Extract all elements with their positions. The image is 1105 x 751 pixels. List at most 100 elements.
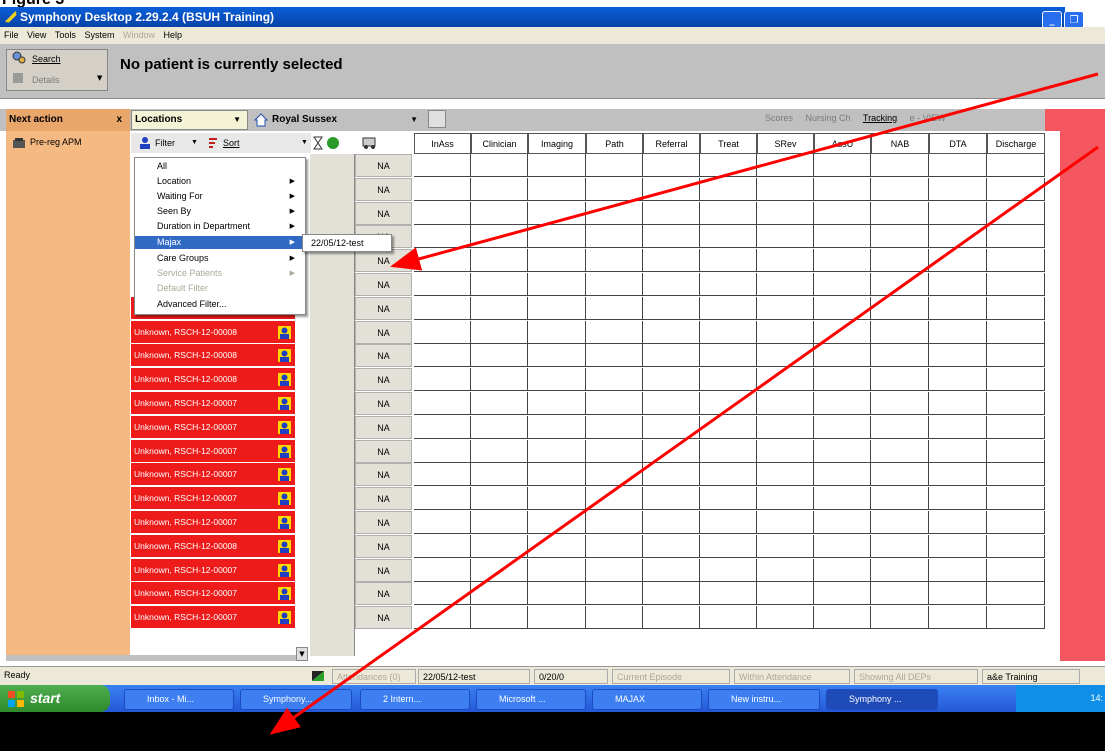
grid-cell[interactable]	[471, 344, 528, 367]
grid-cell[interactable]	[871, 535, 929, 558]
grid-cell[interactable]	[987, 511, 1045, 534]
grid-cell[interactable]	[528, 511, 586, 534]
grid-cell[interactable]	[814, 440, 871, 463]
grid-cell[interactable]	[414, 487, 471, 510]
site-dropdown[interactable]: Royal Sussex ▼	[250, 110, 420, 130]
na-cell[interactable]: NA	[355, 344, 412, 367]
grid-cell[interactable]	[414, 202, 471, 225]
eview-button[interactable]: e - VIEW	[910, 113, 946, 123]
na-cell[interactable]: NA	[355, 178, 412, 201]
na-cell[interactable]: NA	[355, 273, 412, 296]
grid-cell[interactable]	[987, 463, 1045, 486]
na-cell[interactable]: NA	[355, 297, 412, 320]
patient-name-cell[interactable]: Unknown, RSCH-12-00008	[131, 368, 295, 391]
menu-item-location[interactable]: Location ▶	[135, 175, 305, 188]
grid-cell[interactable]	[987, 606, 1045, 629]
grid-cell[interactable]	[814, 297, 871, 320]
grid-cell[interactable]	[643, 202, 700, 225]
grid-cell[interactable]	[757, 463, 814, 486]
refresh-icon[interactable]	[428, 110, 446, 128]
grid-cell[interactable]	[414, 321, 471, 344]
na-cell[interactable]: NA	[355, 606, 412, 629]
grid-cell[interactable]	[929, 154, 987, 177]
grid-cell[interactable]	[471, 606, 528, 629]
grid-cell[interactable]	[814, 416, 871, 439]
grid-cell[interactable]	[414, 225, 471, 248]
grid-cell[interactable]	[814, 368, 871, 391]
grid-cell[interactable]	[871, 582, 929, 605]
grid-cell[interactable]	[528, 154, 586, 177]
grid-cell[interactable]	[414, 154, 471, 177]
grid-cell[interactable]	[871, 154, 929, 177]
grid-cell[interactable]	[929, 225, 987, 248]
grid-cell[interactable]	[700, 392, 757, 415]
na-cell[interactable]: NA	[355, 249, 412, 272]
grid-cell[interactable]	[987, 297, 1045, 320]
grid-cell[interactable]	[414, 178, 471, 201]
column-header[interactable]: AssU	[814, 133, 871, 154]
grid-cell[interactable]	[929, 582, 987, 605]
grid-cell[interactable]	[528, 368, 586, 391]
taskbar-symphony-1[interactable]: Symphony...	[240, 689, 352, 710]
grid-cell[interactable]	[987, 154, 1045, 177]
grid-cell[interactable]	[987, 344, 1045, 367]
grid-cell[interactable]	[471, 511, 528, 534]
grid-cell[interactable]	[643, 606, 700, 629]
grid-cell[interactable]	[586, 559, 643, 582]
grid-cell[interactable]	[814, 202, 871, 225]
grid-cell[interactable]	[700, 225, 757, 248]
majax-submenu-item[interactable]: 22/05/12-test	[302, 234, 392, 252]
grid-cell[interactable]	[929, 321, 987, 344]
next-action-close[interactable]: x	[116, 109, 122, 131]
grid-cell[interactable]	[814, 535, 871, 558]
grid-cell[interactable]	[871, 440, 929, 463]
grid-cell[interactable]	[871, 202, 929, 225]
menu-view[interactable]: View	[27, 30, 46, 40]
nursing-button[interactable]: Nursing Ch	[806, 113, 851, 123]
grid-cell[interactable]	[586, 249, 643, 272]
grid-cell[interactable]	[871, 392, 929, 415]
grid-cell[interactable]	[757, 202, 814, 225]
grid-cell[interactable]	[871, 344, 929, 367]
na-cell[interactable]: NA	[355, 511, 412, 534]
grid-cell[interactable]	[700, 202, 757, 225]
grid-cell[interactable]	[528, 416, 586, 439]
column-header[interactable]: Clinician	[471, 133, 528, 154]
grid-cell[interactable]	[929, 392, 987, 415]
grid-cell[interactable]	[700, 511, 757, 534]
patient-name-cell[interactable]: Unknown, RSCH-12-00007	[131, 392, 295, 415]
column-header[interactable]: NAB	[871, 133, 929, 154]
grid-cell[interactable]	[700, 440, 757, 463]
grid-cell[interactable]	[471, 297, 528, 320]
grid-cell[interactable]	[929, 297, 987, 320]
grid-cell[interactable]	[528, 440, 586, 463]
grid-cell[interactable]	[929, 416, 987, 439]
grid-cell[interactable]	[471, 154, 528, 177]
grid-cell[interactable]	[700, 297, 757, 320]
grid-cell[interactable]	[987, 392, 1045, 415]
grid-cell[interactable]	[757, 321, 814, 344]
patient-name-cell[interactable]: Unknown, RSCH-12-00007	[131, 559, 295, 582]
grid-cell[interactable]	[929, 368, 987, 391]
grid-cell[interactable]	[987, 368, 1045, 391]
na-cell[interactable]: NA	[355, 321, 412, 344]
grid-cell[interactable]	[471, 178, 528, 201]
menu-item-majax[interactable]: Majax ▶	[135, 236, 305, 249]
grid-cell[interactable]	[757, 178, 814, 201]
grid-cell[interactable]	[643, 511, 700, 534]
grid-cell[interactable]	[414, 559, 471, 582]
grid-cell[interactable]	[757, 582, 814, 605]
grid-cell[interactable]	[814, 225, 871, 248]
scroll-down-button[interactable]: ▼	[296, 647, 308, 661]
na-cell[interactable]: NA	[355, 392, 412, 415]
grid-cell[interactable]	[929, 440, 987, 463]
patient-name-cell[interactable]: Unknown, RSCH-12-00008	[131, 344, 295, 367]
grid-cell[interactable]	[987, 225, 1045, 248]
menu-system[interactable]: System	[84, 30, 114, 40]
grid-cell[interactable]	[643, 487, 700, 510]
grid-cell[interactable]	[586, 344, 643, 367]
details-dropdown-icon[interactable]: ▼	[97, 74, 102, 82]
grid-cell[interactable]	[471, 368, 528, 391]
patient-name-cell[interactable]: Unknown, RSCH-12-00007	[131, 487, 295, 510]
grid-cell[interactable]	[929, 273, 987, 296]
